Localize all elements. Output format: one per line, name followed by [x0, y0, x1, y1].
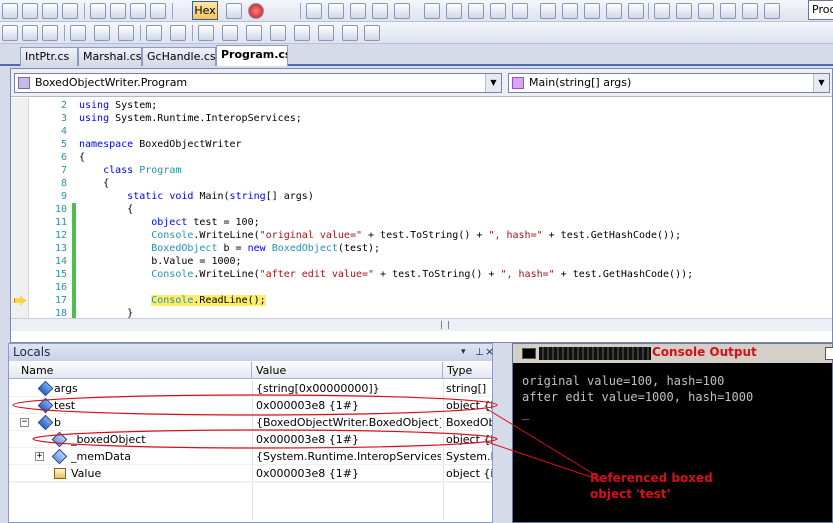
annotation-overlay	[12, 394, 601, 481]
annotation-line-1	[486, 408, 601, 479]
annotation-text-line1: Referenced boxed	[590, 471, 713, 485]
annotation-ellipse-boxed-object	[32, 429, 498, 449]
annotation-ellipse-test	[12, 394, 498, 416]
annotation-text-line2: object 'test'	[590, 487, 671, 501]
ide-window: { "toolbar": { "hex_label": "Hex", "proc…	[0, 0, 833, 523]
annotation-line-2	[486, 441, 601, 481]
